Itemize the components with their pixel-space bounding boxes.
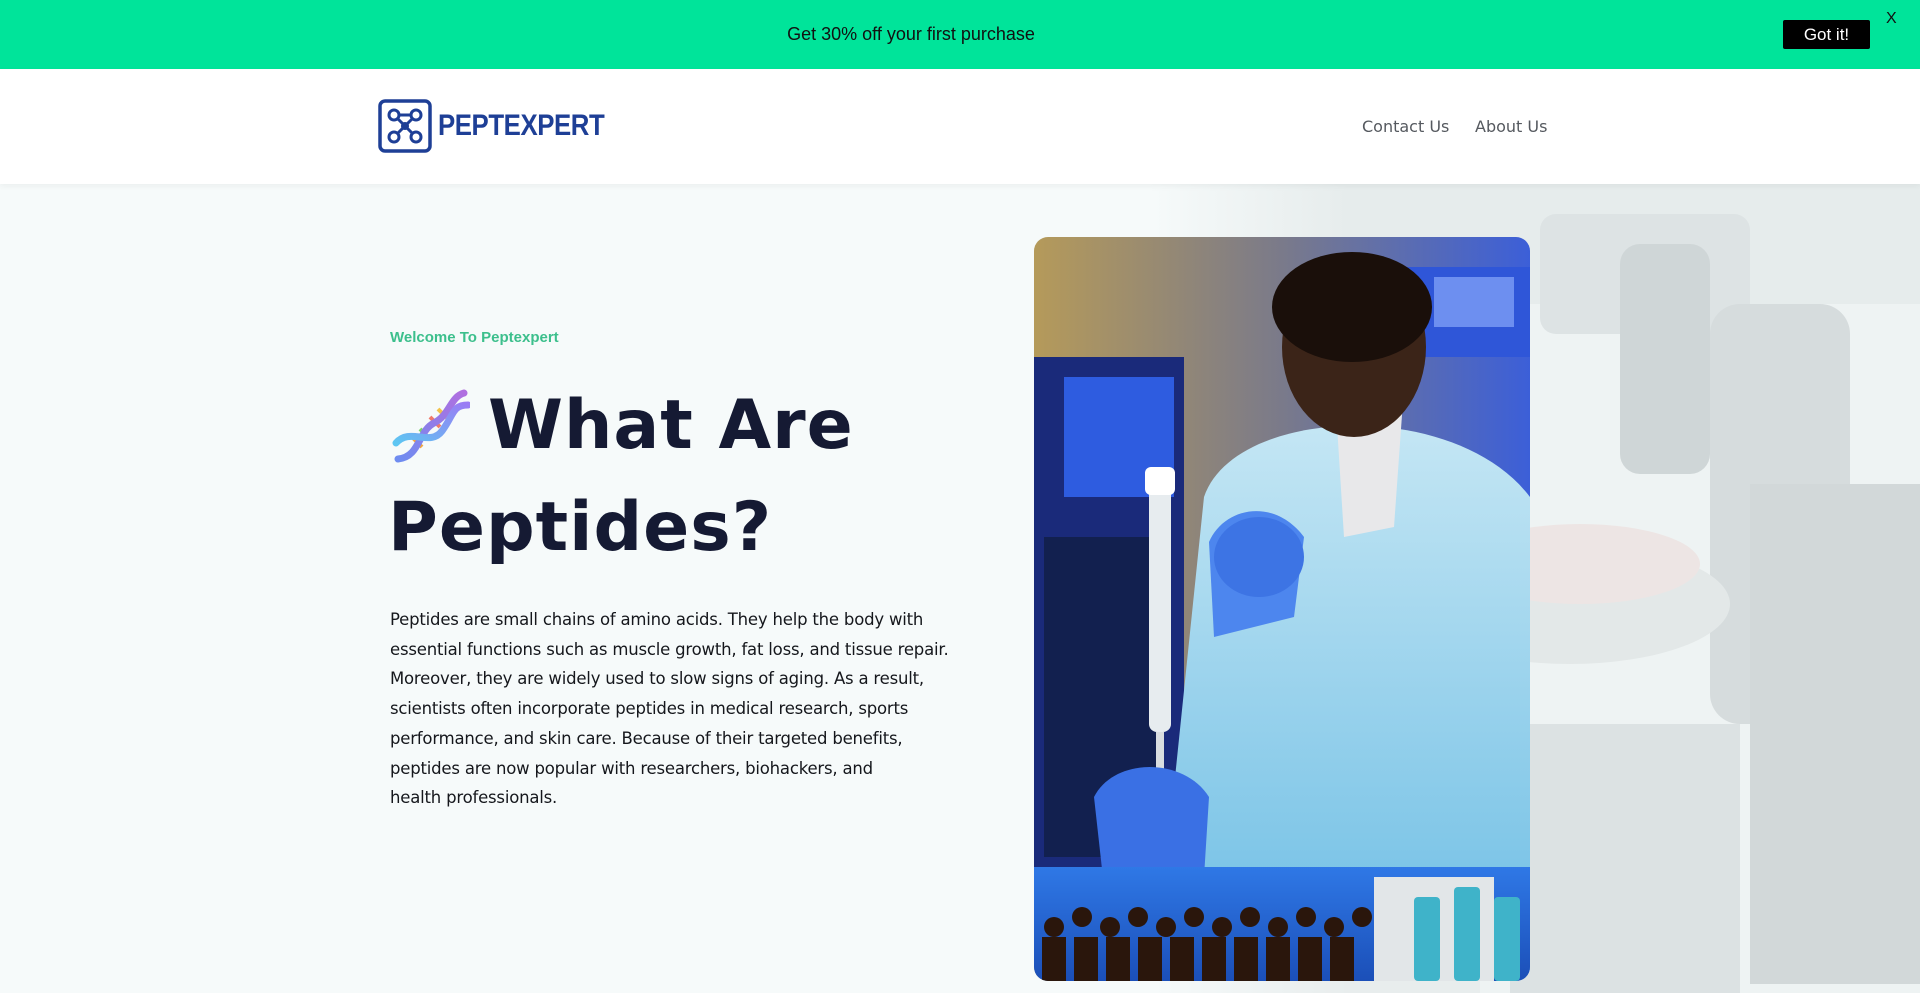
hero-eyebrow: Welcome To Peptexpert: [390, 329, 559, 346]
hero-description-line: performance, and skin care. Because of t…: [390, 728, 903, 748]
hero-title-line-2: Peptides?: [388, 488, 773, 567]
site-header: PEPTEXPERT Contact Us About Us: [0, 69, 1920, 184]
dna-icon: [392, 389, 470, 463]
promo-accept-button[interactable]: Got it!: [1783, 20, 1870, 49]
hero-title-line-1: What Are: [488, 386, 854, 465]
hero-lab-photo: [1034, 237, 1530, 981]
hero-description-line: peptides are now popular with researcher…: [390, 758, 873, 778]
molecule-logo-icon: [378, 99, 432, 153]
hero-description-line: Moreover, they are widely used to slow s…: [390, 669, 924, 689]
hero-description: Peptides are small chains of amino acids…: [390, 605, 949, 813]
promo-text: Get 30% off your first purchase: [787, 24, 1035, 44]
hero-description-line: Peptides are small chains of amino acids…: [390, 610, 924, 629]
nav-about: About Us: [1475, 69, 1547, 184]
site-logo[interactable]: PEPTEXPERT: [378, 99, 631, 153]
nav-link-about-us[interactable]: About Us: [1475, 117, 1547, 136]
logo-text: PEPTEXPERT: [438, 109, 605, 142]
hero-description-line: health professionals.: [390, 788, 558, 808]
nav-link-contact-us[interactable]: Contact Us: [1362, 117, 1449, 136]
hero-description-line: scientists often incorporate peptides in…: [390, 699, 909, 719]
hero-description-line: essential functions such as muscle growt…: [390, 639, 949, 659]
promo-banner: Get 30% off your first purchase Got it! …: [0, 0, 1920, 69]
nav-contact: Contact Us: [1362, 69, 1449, 184]
promo-close-button[interactable]: X: [1886, 10, 1897, 28]
